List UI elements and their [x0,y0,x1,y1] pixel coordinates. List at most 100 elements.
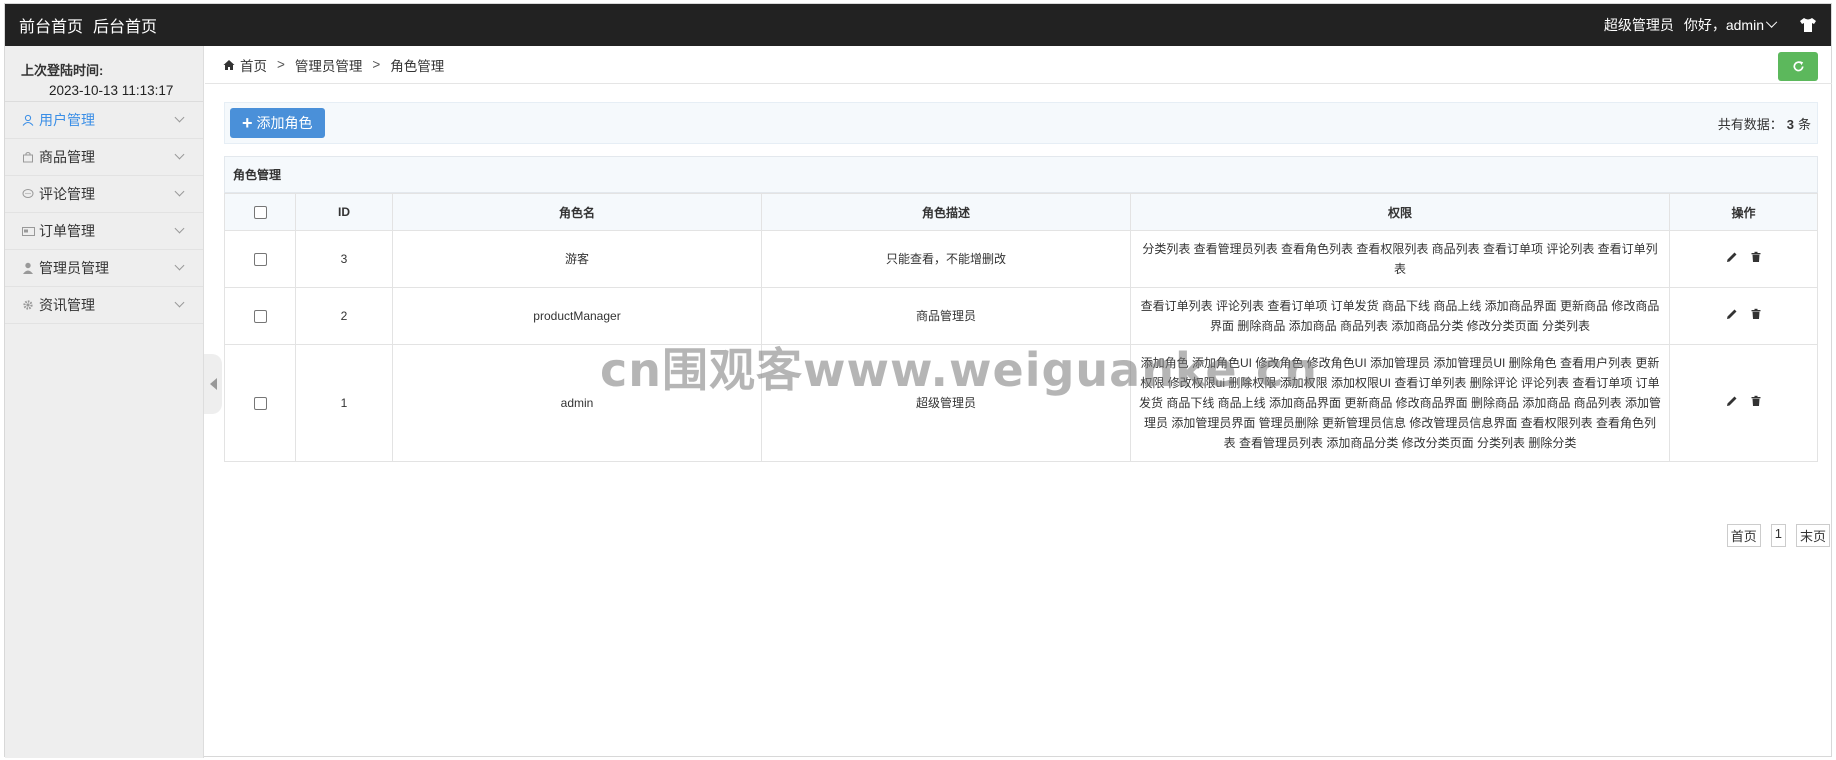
select-all-checkbox[interactable] [253,206,267,220]
chevron-down-icon [174,297,185,308]
header-checkbox-cell [224,193,296,231]
cell-permissions: 查看订单列表 评论列表 查看订单项 订单发货 商品下线 商品上线 添加商品界面 … [1130,287,1670,345]
chevron-down-icon [174,260,185,271]
user-role: 超级管理员 [1603,17,1674,33]
comment-icon [21,187,35,201]
refresh-button[interactable] [1778,52,1818,81]
sidebar-item-label: 用户管理 [39,112,95,128]
row-checkbox[interactable] [253,253,267,267]
plus-icon: + [242,113,253,133]
table-caption: 角色管理 [224,156,1818,193]
pager-page[interactable]: 1 [1770,524,1786,547]
chevron-down-icon [1765,16,1778,28]
bag-icon [21,150,35,164]
sidebar-item-comments[interactable]: 评论管理 [5,176,203,213]
table-header-row: ID 角色名 角色描述 权限 操作 [224,193,1818,231]
total-value: 3 [1786,116,1794,132]
sidebar-item-label: 资讯管理 [39,297,95,313]
pager-last[interactable]: 末页 [1795,524,1830,547]
sidebar-item-admins[interactable]: 管理员管理 [5,250,203,287]
cell-id: 1 [295,344,393,462]
user-greeting: 你好，admin [1683,17,1764,33]
top-navbar: 前台首页 后台首页 超级管理员 你好，admin [5,4,1831,46]
add-role-button[interactable]: + 添加角色 [230,108,325,138]
user-area: 超级管理员 你好，admin [1604,15,1831,35]
last-login-info: 上次登陆时间: 2023-10-13 11:13:17 [5,46,203,102]
sidebar-item-users[interactable]: 用户管理 [5,102,203,139]
cell-role-desc: 只能查看，不能增删改 [761,230,1131,288]
backend-home-link[interactable]: 后台首页 [93,13,157,37]
cell-role-desc: 超级管理员 [761,344,1131,462]
cell-id: 2 [295,287,393,345]
edit-icon[interactable] [1726,395,1738,407]
breadcrumb-home[interactable]: 首页 [240,55,267,75]
cell-actions [1669,287,1818,345]
cell-actions [1669,230,1818,288]
cell-role-name: productManager [392,287,762,345]
sidebar: 上次登陆时间: 2023-10-13 11:13:17 用户管理 商品管理 评论… [5,46,204,758]
cell-permissions: 分类列表 查看管理员列表 查看角色列表 查看权限列表 商品列表 查看订单项 评论… [1130,230,1670,288]
header-permissions[interactable]: 权限 [1130,193,1670,231]
edit-icon[interactable] [1726,251,1738,263]
header-role-desc[interactable]: 角色描述 [761,193,1131,231]
sidebar-item-label: 管理员管理 [39,260,109,276]
table-row: 3 游客 只能查看，不能增删改 分类列表 查看管理员列表 查看角色列表 查看权限… [224,230,1818,288]
cell-role-name: 游客 [392,230,762,288]
admin-icon [21,261,35,275]
table-row: 1 admin 超级管理员 添加角色 添加角色UI 修改角色 修改角色UI 添加… [224,344,1818,462]
sidebar-item-products[interactable]: 商品管理 [5,139,203,176]
breadcrumb-current: 角色管理 [390,58,445,74]
breadcrumb: 首页 > 管理员管理 > 角色管理 [205,46,1832,84]
roles-table: ID 角色名 角色描述 权限 操作 3 游客 只能查看，不能增删改 分类列表 查… [224,193,1818,462]
pager-first[interactable]: 首页 [1726,524,1761,547]
row-checkbox[interactable] [253,310,267,324]
delete-icon[interactable] [1750,251,1762,263]
delete-icon[interactable] [1750,395,1762,407]
breadcrumb-level1[interactable]: 管理员管理 [295,55,363,75]
chevron-down-icon [174,186,185,197]
cell-permissions: 添加角色 添加角色UI 修改角色 修改角色UI 添加管理员 添加管理员UI 删除… [1130,344,1670,462]
shirt-icon[interactable] [1799,17,1817,33]
user-icon [21,113,35,127]
chevron-down-icon [174,149,185,160]
home-icon [223,59,235,70]
header-actions: 操作 [1669,193,1818,231]
row-checkbox-cell [224,344,296,462]
breadcrumb-separator: > [372,57,381,72]
table-toolbar: + 添加角色 共有数据： 3 条 [224,102,1818,144]
cell-id: 3 [295,230,393,288]
edit-icon[interactable] [1726,308,1738,320]
roles-table-panel: 角色管理 ID 角色名 角色描述 权限 操作 3 游客 只能查看，不能增删改 分… [224,156,1818,462]
main-content: 首页 > 管理员管理 > 角色管理 + 添加角色 共有数据：3条 角色管理 [205,46,1832,758]
header-role-name[interactable]: 角色名 [392,193,762,231]
sidebar-item-label: 订单管理 [39,223,95,239]
pagination: 首页 1 末页 [1726,524,1830,547]
total-suffix: 条 [1797,116,1811,132]
delete-icon[interactable] [1750,308,1762,320]
row-checkbox-cell [224,287,296,345]
sidebar-item-news[interactable]: 资讯管理 [5,287,203,324]
total-count: 共有数据： 3 条 [1718,114,1811,133]
sidebar-item-label: 商品管理 [39,149,95,165]
add-role-label: 添加角色 [256,115,313,131]
chevron-down-icon [174,223,185,234]
row-checkbox[interactable] [253,397,267,411]
total-prefix: 共有数据： [1717,116,1783,132]
sidebar-item-label: 评论管理 [39,186,95,202]
app-frame: 前台首页 后台首页 超级管理员 你好，admin 上次登陆时间: 2023-10… [4,3,1832,758]
row-checkbox-cell [224,230,296,288]
cell-actions [1669,344,1818,462]
refresh-icon [1793,61,1804,72]
last-login-label: 上次登陆时间: [21,63,104,78]
header-id[interactable]: ID [295,193,393,231]
cell-role-name: admin [392,344,762,462]
last-login-value: 2023-10-13 11:13:17 [49,83,174,98]
sidebar-item-orders[interactable]: 订单管理 [5,213,203,250]
card-icon [21,224,35,238]
chevron-down-icon [174,112,185,123]
breadcrumb-separator: > [277,57,285,72]
gear-icon [21,298,35,312]
cell-role-desc: 商品管理员 [761,287,1131,345]
frontend-home-link[interactable]: 前台首页 [19,13,83,37]
user-menu[interactable]: 你好，admin [1683,15,1778,35]
